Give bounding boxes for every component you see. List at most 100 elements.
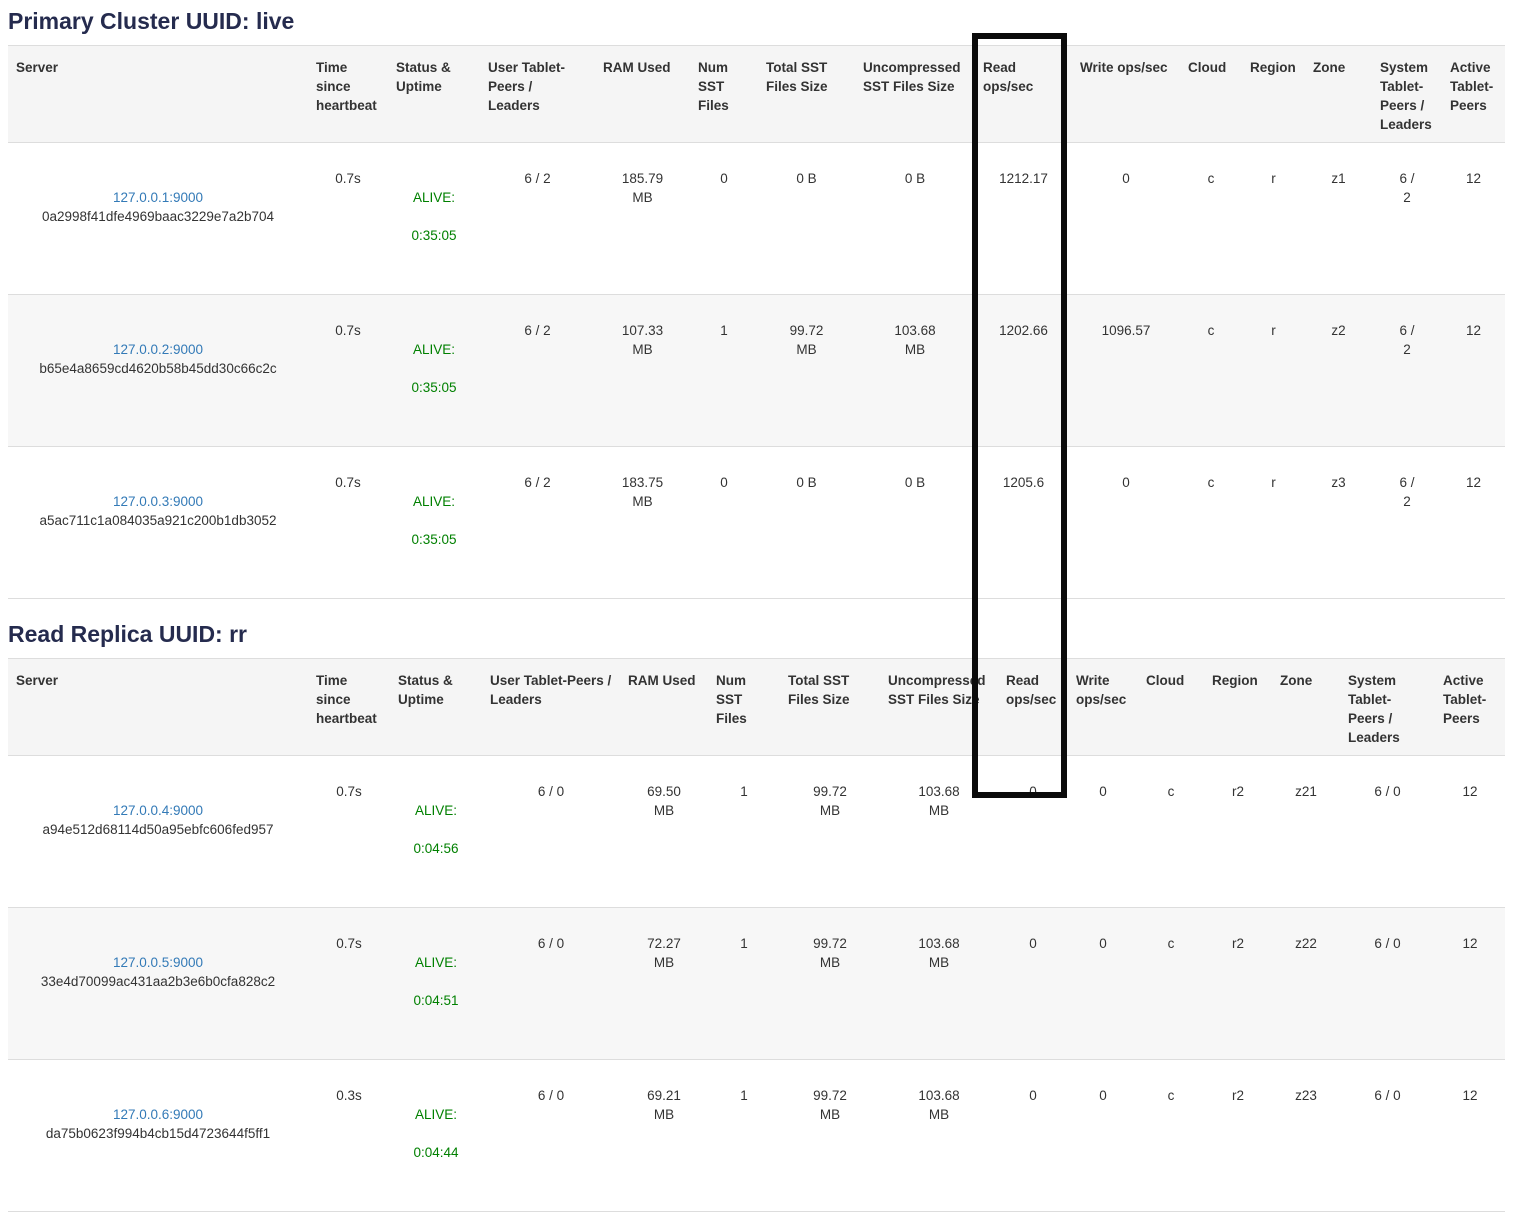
region-cell: r2 bbox=[1204, 1060, 1272, 1212]
col-total-sst-size: Total SST Files Size bbox=[780, 659, 880, 756]
system-tablet-peers-cell: 6 / 0 bbox=[1340, 756, 1435, 908]
table-row: 127.0.0.4:9000 a94e512d68114d50a95ebfc60… bbox=[8, 756, 1505, 908]
num-sst-files-cell: 0 bbox=[690, 447, 758, 599]
header-row: Server Time since heartbeat Status & Upt… bbox=[8, 46, 1505, 143]
read-ops-cell: 0 bbox=[998, 756, 1068, 908]
col-time-since-heartbeat: Time since heartbeat bbox=[308, 659, 390, 756]
status-cell: ALIVE: 0:35:05 bbox=[388, 447, 480, 599]
uptime-label: 0:04:44 bbox=[398, 1143, 474, 1162]
col-num-sst-files: Num SST Files bbox=[708, 659, 780, 756]
active-tablet-peers-cell: 12 bbox=[1435, 1060, 1505, 1212]
server-uuid: b65e4a8659cd4620b58b45dd30c66c2c bbox=[16, 359, 300, 378]
col-time-since-heartbeat: Time since heartbeat bbox=[308, 46, 388, 143]
col-status-uptime: Status & Uptime bbox=[390, 659, 482, 756]
status-cell: ALIVE: 0:35:05 bbox=[388, 295, 480, 447]
write-ops-cell: 0 bbox=[1068, 1060, 1138, 1212]
total-sst-size-cell: 99.72 MB bbox=[780, 1060, 880, 1212]
col-write-ops: Write ops/sec bbox=[1072, 46, 1180, 143]
uptime-label: 0:35:05 bbox=[396, 530, 472, 549]
total-sst-size-cell: 99.72 MB bbox=[780, 908, 880, 1060]
status-cell: ALIVE: 0:04:56 bbox=[390, 756, 482, 908]
ram-used-cell: 185.79 MB bbox=[595, 143, 690, 295]
server-link[interactable]: 127.0.0.1:9000 bbox=[113, 190, 203, 205]
server-cell: 127.0.0.5:9000 33e4d70099ac431aa2b3e6b0c… bbox=[8, 908, 308, 1060]
ram-used-cell: 69.21 MB bbox=[620, 1060, 708, 1212]
user-tablet-peers-cell: 6 / 0 bbox=[482, 756, 620, 908]
cloud-cell: c bbox=[1180, 295, 1242, 447]
col-user-tablet-peers: User Tablet-Peers / Leaders bbox=[482, 659, 620, 756]
write-ops-cell: 1096.57 bbox=[1072, 295, 1180, 447]
table-row: 127.0.0.5:9000 33e4d70099ac431aa2b3e6b0c… bbox=[8, 908, 1505, 1060]
total-sst-size-cell: 99.72 MB bbox=[780, 756, 880, 908]
heartbeat-cell: 0.7s bbox=[308, 143, 388, 295]
zone-cell: z2 bbox=[1305, 295, 1372, 447]
write-ops-cell: 0 bbox=[1072, 143, 1180, 295]
table-row: 127.0.0.1:9000 0a2998f41dfe4969baac3229e… bbox=[8, 143, 1505, 295]
server-cell: 127.0.0.1:9000 0a2998f41dfe4969baac3229e… bbox=[8, 143, 308, 295]
region-cell: r2 bbox=[1204, 908, 1272, 1060]
uptime-label: 0:35:05 bbox=[396, 378, 472, 397]
user-tablet-peers-cell: 6 / 0 bbox=[482, 1060, 620, 1212]
zone-cell: z3 bbox=[1305, 447, 1372, 599]
read-replica-title: Read Replica UUID: rr bbox=[8, 621, 1505, 648]
server-link[interactable]: 127.0.0.6:9000 bbox=[113, 1107, 203, 1122]
primary-cluster-table: Server Time since heartbeat Status & Upt… bbox=[8, 45, 1505, 599]
col-user-tablet-peers: User Tablet-Peers / Leaders bbox=[480, 46, 595, 143]
uncompressed-sst-size-cell: 103.68 MB bbox=[880, 756, 998, 908]
col-system-tablet-peers: System Tablet-Peers / Leaders bbox=[1340, 659, 1435, 756]
server-link[interactable]: 127.0.0.4:9000 bbox=[113, 803, 203, 818]
col-uncompressed-sst-size: Uncompressed SST Files Size bbox=[855, 46, 975, 143]
user-tablet-peers-cell: 6 / 2 bbox=[480, 143, 595, 295]
col-zone: Zone bbox=[1305, 46, 1372, 143]
cloud-cell: c bbox=[1180, 447, 1242, 599]
status-cell: ALIVE: 0:04:44 bbox=[390, 1060, 482, 1212]
active-tablet-peers-cell: 12 bbox=[1442, 295, 1505, 447]
cloud-cell: c bbox=[1138, 908, 1204, 1060]
server-link[interactable]: 127.0.0.3:9000 bbox=[113, 494, 203, 509]
region-cell: r bbox=[1242, 295, 1305, 447]
zone-cell: z21 bbox=[1272, 756, 1340, 908]
status-cell: ALIVE: 0:35:05 bbox=[388, 143, 480, 295]
heartbeat-cell: 0.7s bbox=[308, 908, 390, 1060]
heartbeat-cell: 0.7s bbox=[308, 447, 388, 599]
system-tablet-peers-cell: 6 / 2 bbox=[1372, 447, 1442, 599]
region-cell: r2 bbox=[1204, 756, 1272, 908]
heartbeat-cell: 0.7s bbox=[308, 295, 388, 447]
server-uuid: a94e512d68114d50a95ebfc606fed957 bbox=[16, 820, 300, 839]
active-tablet-peers-cell: 12 bbox=[1435, 756, 1505, 908]
col-ram-used: RAM Used bbox=[620, 659, 708, 756]
zone-cell: z1 bbox=[1305, 143, 1372, 295]
uncompressed-sst-size-cell: 103.68 MB bbox=[880, 1060, 998, 1212]
num-sst-files-cell: 1 bbox=[708, 1060, 780, 1212]
read-replica-table: Server Time since heartbeat Status & Upt… bbox=[8, 658, 1505, 1212]
cloud-cell: c bbox=[1138, 1060, 1204, 1212]
status-label: ALIVE: bbox=[396, 492, 472, 511]
system-tablet-peers-cell: 6 / 0 bbox=[1340, 1060, 1435, 1212]
col-write-ops: Write ops/sec bbox=[1068, 659, 1138, 756]
server-uuid: a5ac711c1a084035a921c200b1db3052 bbox=[16, 511, 300, 530]
system-tablet-peers-cell: 6 / 2 bbox=[1372, 295, 1442, 447]
read-ops-cell: 0 bbox=[998, 1060, 1068, 1212]
col-uncompressed-sst-size: Uncompressed SST Files Size bbox=[880, 659, 998, 756]
col-region: Region bbox=[1204, 659, 1272, 756]
num-sst-files-cell: 1 bbox=[708, 756, 780, 908]
status-label: ALIVE: bbox=[398, 801, 474, 820]
server-cell: 127.0.0.3:9000 a5ac711c1a084035a921c200b… bbox=[8, 447, 308, 599]
ram-used-cell: 183.75 MB bbox=[595, 447, 690, 599]
uncompressed-sst-size-cell: 0 B bbox=[855, 447, 975, 599]
status-label: ALIVE: bbox=[398, 1105, 474, 1124]
server-link[interactable]: 127.0.0.2:9000 bbox=[113, 342, 203, 357]
user-tablet-peers-cell: 6 / 2 bbox=[480, 295, 595, 447]
write-ops-cell: 0 bbox=[1068, 908, 1138, 1060]
ram-used-cell: 69.50 MB bbox=[620, 756, 708, 908]
col-region: Region bbox=[1242, 46, 1305, 143]
num-sst-files-cell: 1 bbox=[708, 908, 780, 1060]
col-server: Server bbox=[8, 46, 308, 143]
user-tablet-peers-cell: 6 / 0 bbox=[482, 908, 620, 1060]
ram-used-cell: 72.27 MB bbox=[620, 908, 708, 1060]
col-cloud: Cloud bbox=[1138, 659, 1204, 756]
read-ops-cell: 1202.66 bbox=[975, 295, 1072, 447]
server-link[interactable]: 127.0.0.5:9000 bbox=[113, 955, 203, 970]
server-cell: 127.0.0.2:9000 b65e4a8659cd4620b58b45dd3… bbox=[8, 295, 308, 447]
read-ops-cell: 0 bbox=[998, 908, 1068, 1060]
